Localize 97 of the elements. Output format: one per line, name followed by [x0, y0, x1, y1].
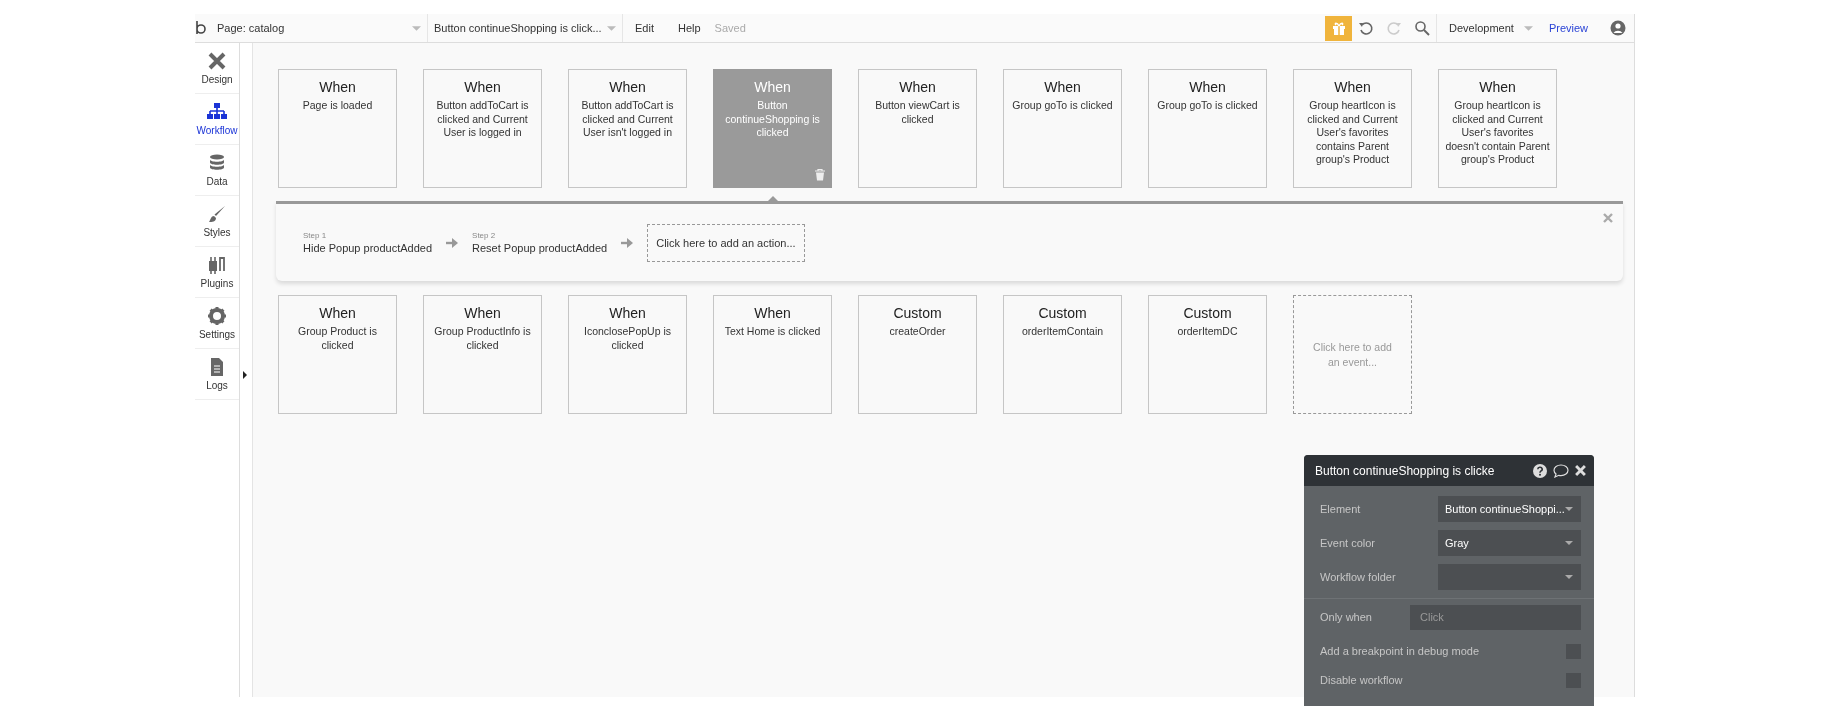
- event-description: IconclosePopUp is clicked: [583, 325, 672, 352]
- caret-icon: [607, 25, 616, 31]
- event-description: Group goTo is clicked: [1157, 99, 1258, 113]
- event-heading: Custom: [1183, 305, 1232, 321]
- crossed-tools-icon: [207, 51, 227, 71]
- hierarchy-icon: [207, 102, 227, 122]
- caret-icon: [412, 25, 421, 31]
- event-description: Button addToCart is clicked and Current User isn't logged in: [580, 99, 675, 140]
- event-description: Text Home is clicked: [724, 325, 821, 339]
- event-description: Group heartIcon is clicked and Current User's favorites contains Parent group's Product: [1306, 99, 1399, 167]
- event-description: Group Product is clicked: [297, 325, 378, 352]
- caret-icon: [1565, 507, 1573, 511]
- event-card[interactable]: When Group heartIcon is clicked and Current User's favorites doesn't contain Parent group's Product: [1438, 69, 1557, 188]
- event-card[interactable]: Custom createOrder: [858, 295, 977, 414]
- event-card[interactable]: When Group ProductInfo is clicked: [423, 295, 542, 414]
- caret-icon: [1523, 25, 1533, 31]
- field-label: Workflow folder: [1320, 571, 1396, 583]
- event-description: orderItemDC: [1177, 325, 1238, 339]
- event-description: Page is loaded: [302, 99, 373, 113]
- event-card[interactable]: When Button viewCart is clicked: [858, 69, 977, 188]
- event-card[interactable]: When Button addToCart is clicked and Current User isn't logged in: [568, 69, 687, 188]
- event-heading: When: [609, 79, 646, 95]
- event-heading: When: [754, 305, 791, 321]
- event-card[interactable]: When Text Home is clicked: [713, 295, 832, 414]
- event-heading: When: [319, 79, 356, 95]
- event-heading: When: [464, 305, 501, 321]
- event-heading: Custom: [893, 305, 942, 321]
- event-heading: When: [319, 305, 356, 321]
- event-card[interactable]: When Group Product is clicked: [278, 295, 397, 414]
- workflow-step[interactable]: Step 1 Hide Popup productAdded: [303, 231, 433, 254]
- expand-arrow-icon[interactable]: [243, 371, 247, 379]
- event-heading: When: [1479, 79, 1516, 95]
- field-label: Element: [1320, 503, 1361, 515]
- logo-icon: [195, 20, 207, 36]
- menu-item[interactable]: Edit: [623, 22, 666, 34]
- event-card[interactable]: When Button addToCart is clicked and Current User is logged in: [423, 69, 542, 188]
- sidebar-tab[interactable]: Workflow: [195, 94, 239, 145]
- event-description: Group goTo is clicked: [1012, 99, 1113, 113]
- event-description: createOrder: [889, 325, 946, 339]
- event-description: Button addToCart is clicked and Current User is logged in: [435, 99, 530, 140]
- preview-link[interactable]: Preview: [1544, 22, 1604, 34]
- page-dropdown[interactable]: Page: catalog: [211, 14, 428, 42]
- caret-icon: [1565, 575, 1573, 579]
- event-card[interactable]: When IconclosePopUp is clicked: [568, 295, 687, 414]
- event-card[interactable]: When Group goTo is clicked: [1003, 69, 1122, 188]
- event-card[interactable]: When Group heartIcon is clicked and Current User's favorites contains Parent group's Product: [1293, 69, 1412, 188]
- event-heading: When: [899, 79, 936, 95]
- settings-icon: [207, 306, 227, 326]
- field-label: Only when: [1320, 611, 1372, 623]
- menu-item[interactable]: Help: [665, 22, 713, 34]
- brush-icon: [207, 204, 227, 224]
- dropdown-field[interactable]: Gray: [1438, 530, 1581, 556]
- event-description: Button continueShopping is clicked: [724, 99, 821, 140]
- sidebar-tab[interactable]: Plugins: [195, 247, 239, 298]
- sidebar-tab[interactable]: Data: [195, 145, 239, 196]
- sidebar-tab[interactable]: Styles: [195, 196, 239, 247]
- event-heading: When: [464, 79, 501, 95]
- gift-icon: [1330, 20, 1347, 36]
- sidebar-tab[interactable]: Settings: [195, 298, 239, 349]
- help-icon[interactable]: [1533, 463, 1547, 478]
- user-avatar-icon[interactable]: [1610, 20, 1626, 36]
- event-description: Group ProductInfo is clicked: [433, 325, 532, 352]
- event-heading: When: [609, 305, 646, 321]
- workflow-step[interactable]: Step 2 Reset Popup productAdded: [472, 231, 608, 254]
- event-card[interactable]: When Page is loaded: [278, 69, 397, 188]
- sidebar-tab[interactable]: Logs: [195, 349, 239, 400]
- option-label: Add a breakpoint in debug mode: [1320, 645, 1479, 657]
- condition-field[interactable]: Click: [1410, 604, 1581, 630]
- dropdown-field[interactable]: Button continueShoppi...: [1438, 496, 1581, 522]
- database-icon: [207, 153, 227, 173]
- event-heading: When: [754, 79, 791, 95]
- undo-icon[interactable]: [1358, 20, 1375, 36]
- workflow-dropdown[interactable]: Button continueShopping is click...: [428, 14, 623, 42]
- caret-icon: [1565, 541, 1573, 545]
- event-description: Button viewCart is clicked: [874, 99, 961, 126]
- dropdown-field[interactable]: [1438, 564, 1581, 590]
- add-action-placeholder[interactable]: Click here to add an action...: [647, 223, 805, 262]
- panel-title: Button continueShopping is clicke: [1315, 463, 1495, 478]
- arrow-right-icon: [621, 237, 634, 248]
- event-card[interactable]: Custom orderItemContain: [1003, 295, 1122, 414]
- search-icon[interactable]: [1414, 20, 1431, 36]
- event-card[interactable]: When Group goTo is clicked: [1148, 69, 1267, 188]
- event-description: Group heartIcon is clicked and Current User's favorites doesn't contain Parent group's Product: [1445, 99, 1550, 167]
- event-card[interactable]: Custom orderItemDC: [1148, 295, 1267, 414]
- plug-icon: [207, 255, 227, 275]
- event-heading: Custom: [1038, 305, 1087, 321]
- event-heading: When: [1334, 79, 1371, 95]
- comment-icon[interactable]: [1553, 463, 1569, 478]
- event-heading: When: [1044, 79, 1081, 95]
- event-description: orderItemContain: [1021, 325, 1104, 339]
- environment-dropdown[interactable]: Development: [1436, 14, 1545, 42]
- arrow-right-icon: [446, 237, 459, 248]
- save-status: Saved: [714, 22, 746, 34]
- event-heading: When: [1189, 79, 1226, 95]
- option-label: Disable workflow: [1320, 674, 1403, 686]
- field-label: Event color: [1320, 537, 1376, 549]
- sidebar-tab[interactable]: Design: [195, 43, 239, 94]
